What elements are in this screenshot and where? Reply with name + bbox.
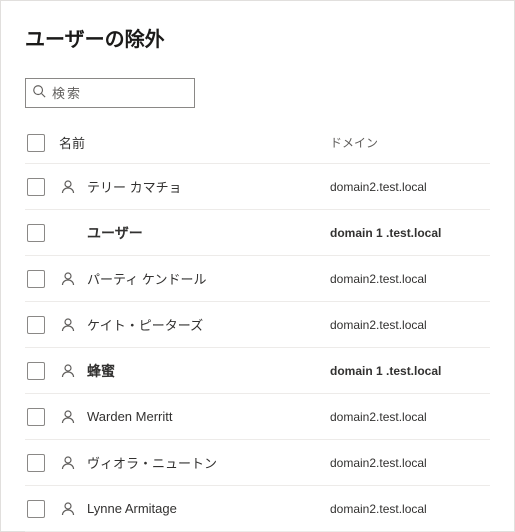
- user-domain: domain2.test.local: [330, 180, 490, 194]
- search-box[interactable]: [25, 78, 195, 108]
- user-domain: domain 1 .test.local: [330, 364, 490, 378]
- user-domain: domain2.test.local: [330, 502, 490, 516]
- user-name: 蜂蜜: [87, 361, 115, 381]
- user-domain: domain2.test.local: [330, 410, 490, 424]
- row-checkbox[interactable]: [27, 408, 45, 426]
- table-header: 名前 ドメイン: [25, 122, 490, 164]
- user-domain: domain2.test.local: [330, 456, 490, 470]
- search-input[interactable]: [52, 86, 228, 101]
- search-icon: [32, 84, 46, 103]
- exclude-users-panel: ユーザーの除外 名前 ドメイン テリー カマチョ domain2.test.loc…: [1, 1, 514, 532]
- row-checkbox[interactable]: [27, 178, 45, 196]
- person-icon: [59, 178, 77, 196]
- table-row[interactable]: テリー カマチョ domain2.test.local: [25, 164, 490, 210]
- person-icon: [59, 362, 77, 380]
- users-table: 名前 ドメイン テリー カマチョ domain2.test.local ユーザー do…: [25, 122, 490, 532]
- person-icon: [59, 270, 77, 288]
- user-name: ユーザー: [87, 223, 143, 243]
- person-icon: [59, 408, 77, 426]
- user-name: ヴィオラ・ニュートン: [87, 453, 217, 472]
- user-name: Warden Merritt: [87, 409, 172, 424]
- column-header-domain[interactable]: ドメイン: [330, 134, 490, 151]
- table-row[interactable]: パーティ ケンドール domain2.test.local: [25, 256, 490, 302]
- table-row[interactable]: ユーザー domain 1 .test.local: [25, 210, 490, 256]
- user-name: ケイト・ピーターズ: [87, 315, 203, 334]
- person-icon: [59, 316, 77, 334]
- row-checkbox[interactable]: [27, 500, 45, 518]
- row-checkbox[interactable]: [27, 362, 45, 380]
- table-row[interactable]: ケイト・ピーターズ domain2.test.local: [25, 302, 490, 348]
- user-domain: domain2.test.local: [330, 318, 490, 332]
- row-checkbox[interactable]: [27, 224, 45, 242]
- table-row[interactable]: ヴィオラ・ニュートン domain2.test.local: [25, 440, 490, 486]
- user-domain: domain 1 .test.local: [330, 226, 490, 240]
- user-name: Lynne Armitage: [87, 501, 177, 516]
- row-checkbox[interactable]: [27, 316, 45, 334]
- table-row[interactable]: 蜂蜜 domain 1 .test.local: [25, 348, 490, 394]
- row-checkbox[interactable]: [27, 270, 45, 288]
- user-name: テリー カマチョ: [87, 177, 182, 196]
- person-icon: [59, 500, 77, 518]
- row-checkbox[interactable]: [27, 454, 45, 472]
- table-row[interactable]: Lynne Armitage domain2.test.local: [25, 486, 490, 532]
- user-domain: domain2.test.local: [330, 272, 490, 286]
- user-name: パーティ ケンドール: [87, 269, 206, 288]
- select-all-checkbox[interactable]: [27, 134, 45, 152]
- person-icon: [59, 454, 77, 472]
- page-title: ユーザーの除外: [25, 23, 490, 52]
- column-header-name[interactable]: 名前: [59, 133, 330, 152]
- table-row[interactable]: Warden Merritt domain2.test.local: [25, 394, 490, 440]
